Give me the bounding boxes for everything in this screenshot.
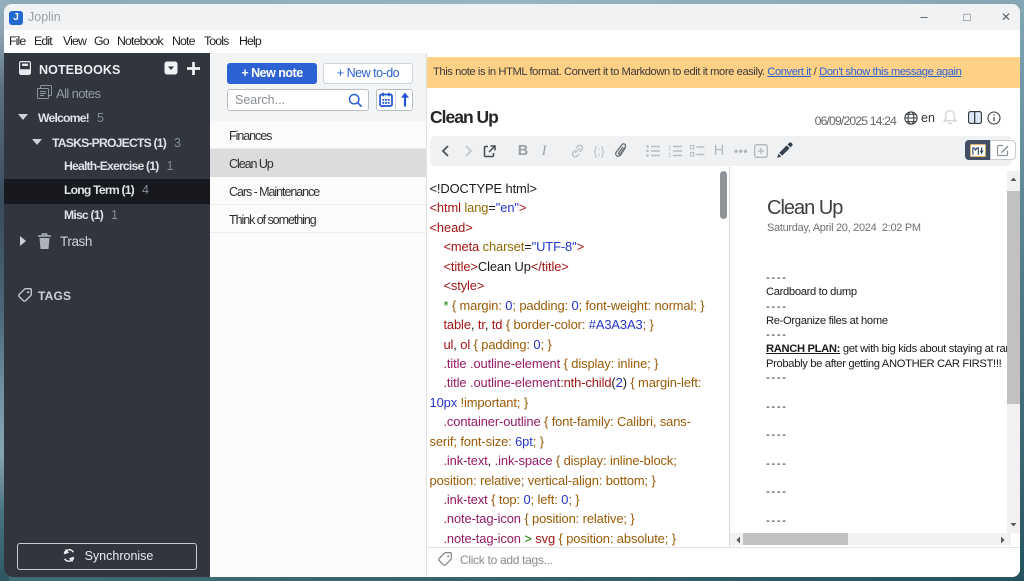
svg-text:2: 2 — [668, 153, 672, 157]
svg-text:1: 1 — [668, 146, 672, 152]
